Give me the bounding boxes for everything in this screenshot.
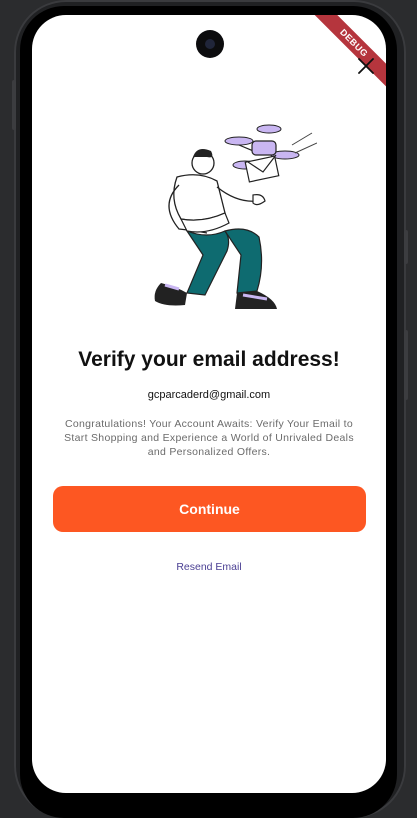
power-button (404, 230, 408, 264)
email-address: gcparcaderd@gmail.com (147, 389, 271, 401)
app-screen: DEBUG Verify your email address! gcparca… (32, 15, 386, 793)
page-title: Verify your email address! (78, 348, 340, 371)
email-delivery-drone-illustration (154, 124, 317, 309)
left-side-button (12, 80, 16, 130)
envelope-icon (244, 154, 280, 183)
volume-button (404, 330, 408, 400)
front-camera (196, 30, 224, 58)
continue-button[interactable]: Continue (53, 486, 366, 532)
resend-email-link[interactable]: Resend Email (32, 561, 386, 573)
verification-message: Congratulations! Your Account Awaits: Ve… (64, 418, 354, 458)
close-button[interactable] (353, 53, 379, 79)
close-icon (358, 58, 374, 74)
